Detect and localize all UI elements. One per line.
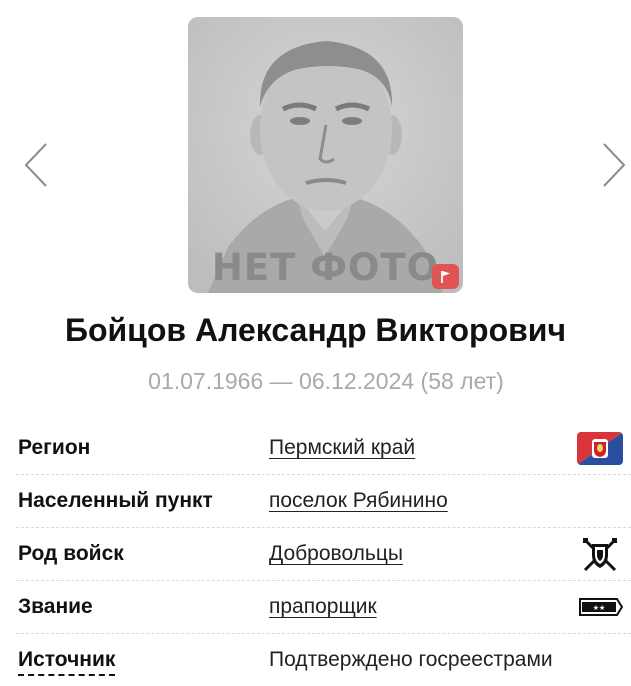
person-name: Бойцов Александр Викторович xyxy=(64,312,567,348)
info-label-rank: Звание xyxy=(18,595,93,618)
shoulder-strap-icon: ★★ xyxy=(579,598,623,616)
flag-icon[interactable] xyxy=(432,264,459,289)
info-row-settlement: Населенный пункт поселок Рябинино xyxy=(16,475,631,528)
source-value: Подтверждено госреестрами xyxy=(269,648,553,671)
info-label-settlement: Населенный пункт xyxy=(18,489,213,512)
no-photo-label: НЕТ ФОТО xyxy=(211,246,440,289)
troops-link[interactable]: Добровольцы xyxy=(269,541,403,567)
chevron-left-icon[interactable] xyxy=(16,138,56,192)
volunteers-emblem-icon xyxy=(581,537,619,573)
photo-carousel: НЕТ ФОТО xyxy=(0,0,631,300)
rank-link[interactable]: прапорщик xyxy=(269,594,377,620)
info-row-rank: Звание прапорщик ★★ xyxy=(16,581,631,634)
info-table: Регион Пермский край Населенный пункт по… xyxy=(16,422,631,686)
info-label-region: Регион xyxy=(18,436,91,459)
chevron-right-icon[interactable] xyxy=(592,138,631,192)
info-row-troops: Род войск Добровольцы xyxy=(16,528,631,581)
no-photo-placeholder: НЕТ ФОТО xyxy=(188,17,463,293)
info-label-troops: Род войск xyxy=(18,542,124,565)
info-row-source: Источник Подтверждено госреестрами xyxy=(16,634,631,686)
person-dates: 01.07.1966 — 06.12.2024 (58 лет) xyxy=(148,368,504,394)
settlement-link[interactable]: поселок Рябинино xyxy=(269,488,448,514)
svg-text:★★: ★★ xyxy=(593,604,606,612)
info-row-region: Регион Пермский край xyxy=(16,422,631,475)
region-link[interactable]: Пермский край xyxy=(269,435,415,461)
info-label-source[interactable]: Источник xyxy=(18,647,116,676)
perm-krai-flag-icon xyxy=(577,432,623,465)
